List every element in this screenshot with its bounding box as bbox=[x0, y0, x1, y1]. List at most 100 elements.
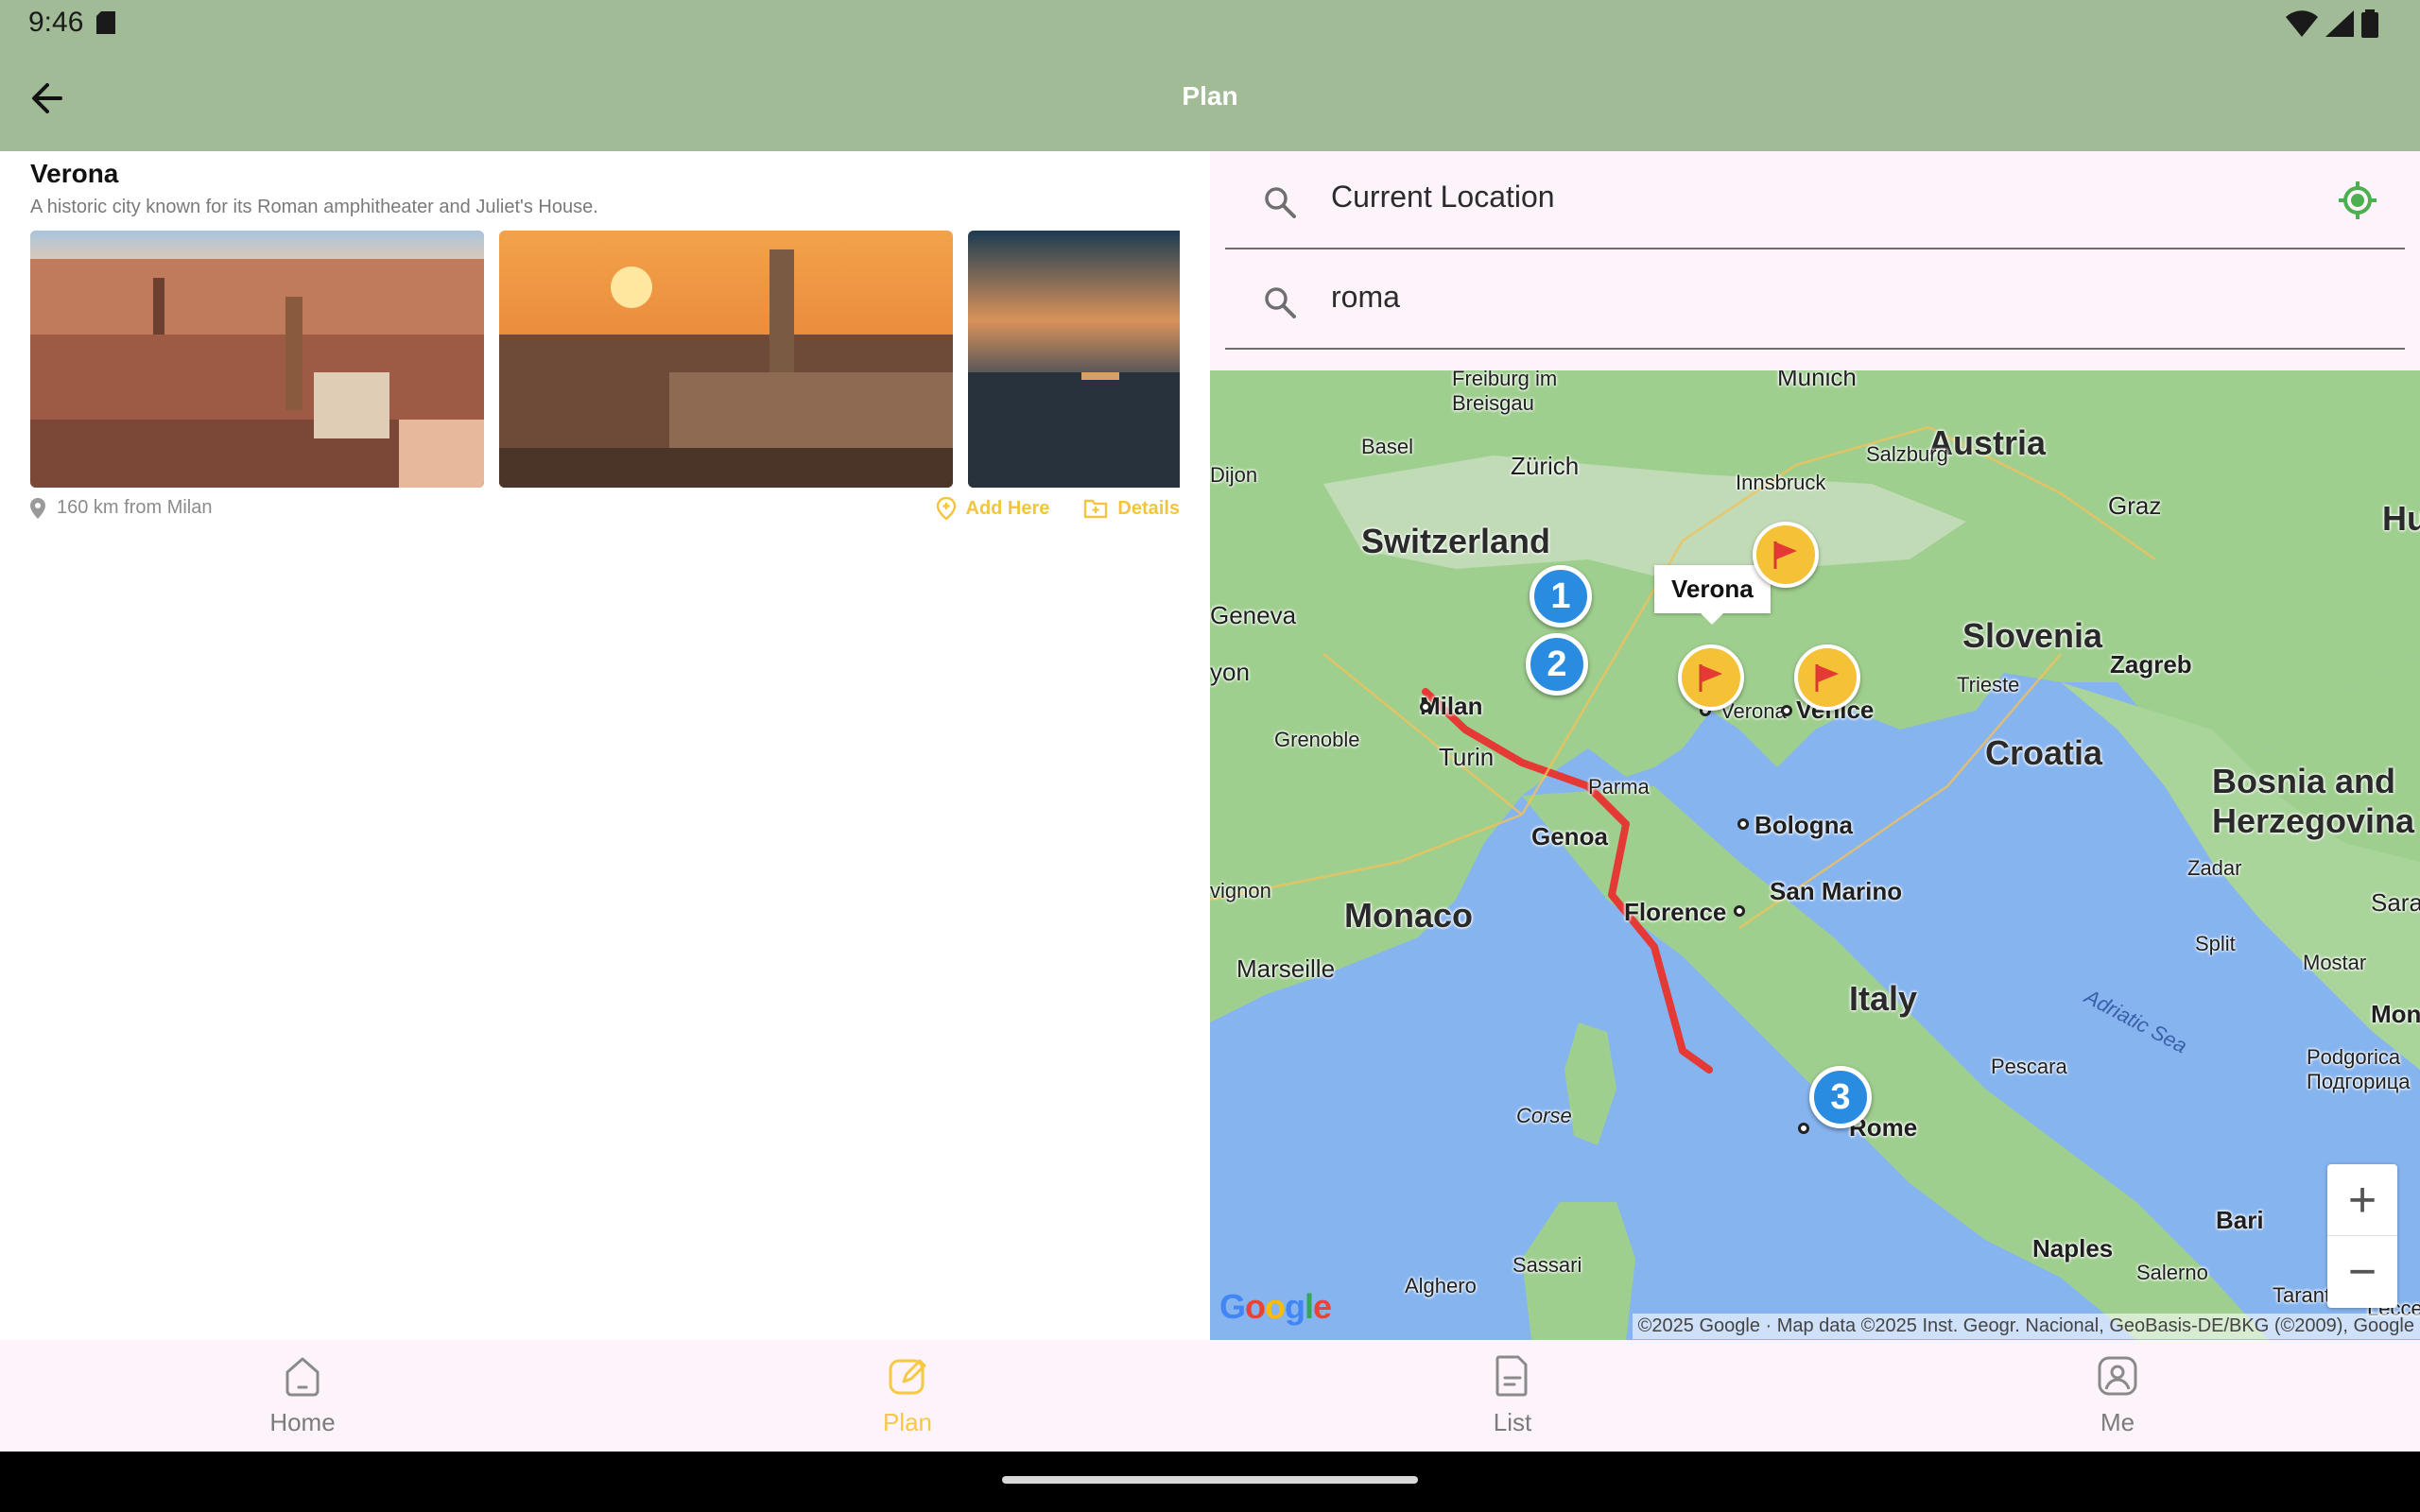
map-country-label: San Marino bbox=[1770, 877, 1903, 905]
my-location-icon[interactable] bbox=[2337, 180, 2378, 221]
place-photo[interactable] bbox=[30, 231, 484, 488]
list-icon bbox=[1495, 1355, 1528, 1397]
map-country-label: Hu bbox=[2382, 499, 2420, 538]
search-icon bbox=[1265, 287, 1296, 318]
details-label: Details bbox=[1117, 497, 1180, 519]
map-city-label: Naples bbox=[2032, 1234, 2114, 1263]
nav-me[interactable]: Me bbox=[1815, 1340, 2420, 1452]
city-dot bbox=[1798, 1123, 1809, 1134]
map-country-label: Monaco bbox=[1344, 896, 1474, 935]
map-city-label: Salerno bbox=[2136, 1261, 2208, 1284]
location-pin-icon bbox=[30, 497, 45, 519]
place-photo[interactable] bbox=[499, 231, 953, 488]
status-time: 9:46 bbox=[28, 7, 84, 38]
route-marker-2[interactable]: 2 bbox=[1526, 633, 1588, 696]
map-city-label: Pescara bbox=[1991, 1055, 2067, 1078]
map-city-label: Turin bbox=[1439, 743, 1495, 771]
zoom-out-button[interactable]: − bbox=[2327, 1236, 2397, 1308]
map-info-window[interactable]: Verona bbox=[1654, 565, 1771, 625]
origin-field[interactable]: Current Location bbox=[1225, 151, 2405, 249]
map-city-label: Geneva bbox=[1210, 601, 1297, 629]
route-marker-3[interactable]: 3 bbox=[1809, 1066, 1872, 1128]
map-city-label: Parma bbox=[1588, 775, 1650, 799]
map-city-label: Basel bbox=[1361, 435, 1414, 458]
map-city-label: vignon bbox=[1210, 879, 1271, 902]
destination-input[interactable]: roma bbox=[1331, 280, 1400, 315]
add-location-icon bbox=[936, 497, 956, 520]
map-city-label: Split bbox=[2195, 932, 2236, 955]
map-city-label: Sassari bbox=[1512, 1253, 1582, 1277]
map-country-label: Bosnia and Herzegovina bbox=[2212, 762, 2415, 840]
search-icon bbox=[1265, 187, 1296, 218]
map-country-label: Croatia bbox=[1985, 733, 2103, 772]
city-dot bbox=[1781, 705, 1792, 716]
map-country-label: Monte bbox=[2371, 1000, 2420, 1028]
sd-card-icon bbox=[96, 11, 115, 34]
status-icons bbox=[2286, 9, 2378, 38]
details-button[interactable]: Details bbox=[1083, 498, 1180, 520]
wifi-icon bbox=[2286, 10, 2318, 37]
map-city-label: Freiburg im Breisgau bbox=[1452, 370, 1558, 415]
flag-icon bbox=[1699, 664, 1722, 692]
google-logo: Google bbox=[1219, 1287, 1332, 1326]
nav-plan-label: Plan bbox=[882, 1408, 933, 1436]
flag-icon bbox=[1773, 541, 1797, 569]
profile-icon bbox=[2098, 1356, 2137, 1396]
nav-plan[interactable]: Plan bbox=[605, 1340, 1210, 1452]
map-city-label: yon bbox=[1210, 658, 1250, 686]
system-gesture-bar bbox=[0, 1452, 2420, 1512]
map-city-label: Trieste bbox=[1957, 673, 2020, 696]
nav-home[interactable]: Home bbox=[0, 1340, 605, 1452]
map-city-label: Mostar bbox=[2303, 951, 2367, 974]
map-city-label: Marseille bbox=[1236, 954, 1336, 983]
map-city-label: Innsbruck bbox=[1736, 471, 1826, 494]
home-gesture-handle[interactable] bbox=[1002, 1476, 1418, 1484]
distance-text: 160 km from Milan bbox=[57, 497, 213, 518]
map-city-label: Bari bbox=[2216, 1206, 2264, 1234]
edit-icon bbox=[889, 1359, 926, 1395]
place-photo[interactable] bbox=[968, 231, 1180, 488]
map-city-label: Alghero bbox=[1405, 1274, 1477, 1297]
bottom-navigation: Home Plan List Me bbox=[0, 1340, 2420, 1452]
map-city-label: Munich bbox=[1777, 370, 1857, 391]
map-view[interactable]: Switzerland Austria Slovenia Croatia Bos… bbox=[1210, 370, 2420, 1340]
home-icon bbox=[285, 1357, 320, 1397]
nav-me-label: Me bbox=[2100, 1408, 2135, 1436]
destination-field[interactable]: roma bbox=[1225, 251, 2405, 350]
map-country-label: Slovenia bbox=[1962, 616, 2103, 655]
status-bar: 9:46 bbox=[0, 0, 2420, 45]
origin-input[interactable]: Current Location bbox=[1331, 180, 1555, 215]
city-dot bbox=[1420, 701, 1431, 713]
map-city-label: Zürich bbox=[1511, 452, 1580, 480]
map-city-label: Corse bbox=[1516, 1104, 1572, 1127]
map-city-label: Bologna bbox=[1754, 811, 1853, 839]
map-country-label: Switzerland bbox=[1361, 522, 1551, 560]
add-here-button[interactable]: Add Here bbox=[936, 497, 1049, 520]
nav-home-label: Home bbox=[269, 1408, 336, 1436]
place-card: Verona A historic city known for its Rom… bbox=[0, 151, 1210, 1340]
map-city-label: Podgorica Подгорица bbox=[2307, 1045, 2411, 1093]
route-marker-1[interactable]: 1 bbox=[1530, 565, 1592, 627]
flag-marker[interactable] bbox=[1753, 522, 1819, 588]
place-description: A historic city known for its Roman amph… bbox=[30, 197, 598, 217]
route-search-panel: Current Location roma bbox=[1210, 151, 2420, 370]
zoom-in-button[interactable]: + bbox=[2327, 1164, 2397, 1236]
city-dot bbox=[1734, 905, 1745, 917]
map-zoom-controls: + − bbox=[2327, 1164, 2397, 1308]
map-city-label: Zadar bbox=[2187, 856, 2242, 880]
map-country-label: Italy bbox=[1849, 979, 1918, 1018]
place-actions: Add Here Details bbox=[936, 497, 1180, 520]
photo-carousel[interactable] bbox=[30, 231, 1180, 488]
map-city-label: Saraj bbox=[2371, 888, 2420, 917]
details-folder-icon bbox=[1084, 499, 1108, 519]
nav-list[interactable]: List bbox=[1210, 1340, 1815, 1452]
flag-marker[interactable] bbox=[1678, 644, 1744, 711]
map-city-label: Zagreb bbox=[2110, 650, 2192, 679]
flag-marker[interactable] bbox=[1794, 644, 1860, 711]
map-city-label: Grenoble bbox=[1274, 728, 1360, 751]
signal-icon bbox=[2325, 10, 2354, 37]
map-attribution[interactable]: ©2025 Google · Map data ©2025 Inst. Geog… bbox=[1632, 1314, 2420, 1339]
map-city-label: Dijon bbox=[1210, 463, 1258, 487]
battery-icon bbox=[2361, 9, 2378, 38]
map-terrain bbox=[1210, 370, 2420, 1340]
